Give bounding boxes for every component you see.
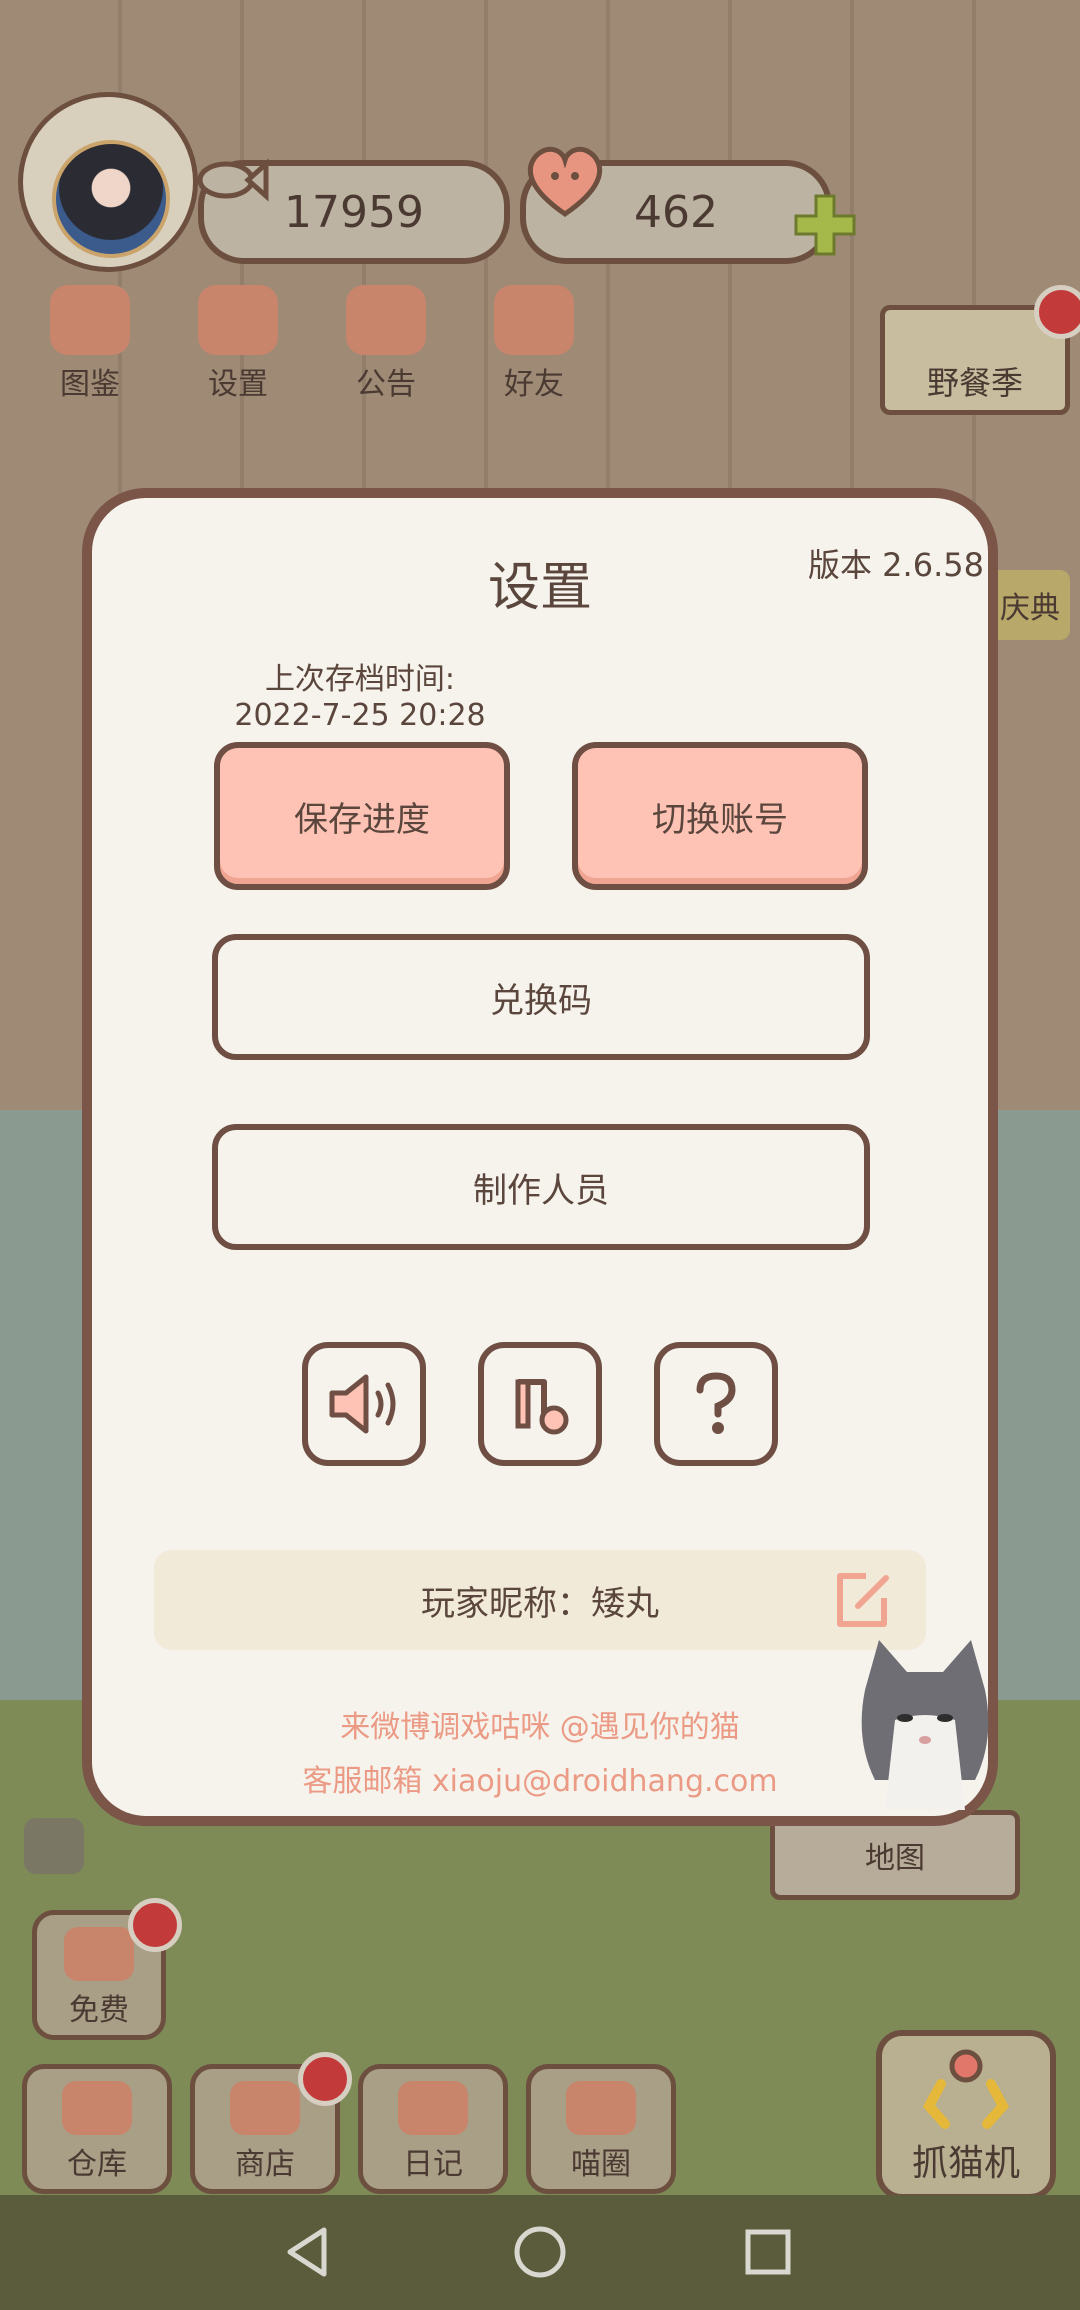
home-icon[interactable] <box>510 2222 570 2282</box>
tab-label: 日记 <box>403 2147 463 2182</box>
redeem-code-button[interactable]: 兑换码 <box>212 934 870 1060</box>
tab-label: 仓库 <box>67 2147 127 2182</box>
hud-button-label: 好友 <box>504 367 564 402</box>
cat-planet-icon <box>566 2081 636 2135</box>
recents-icon[interactable] <box>738 2222 798 2282</box>
heart-icon <box>527 146 603 218</box>
help-button[interactable] <box>654 1342 778 1466</box>
hud-button-label: 设置 <box>208 367 268 402</box>
avatar[interactable] <box>52 140 170 258</box>
friends-icon <box>494 285 574 355</box>
last-save-label: 上次存档时间: <box>264 662 456 697</box>
tab-cat-circle[interactable]: 喵圈 <box>526 2064 676 2194</box>
notification-badge <box>1034 285 1080 339</box>
cloud-icon[interactable] <box>24 1818 84 1874</box>
speaker-icon <box>329 1374 396 1434</box>
redeem-code-label: 兑换码 <box>490 980 592 1021</box>
map-label: 地图 <box>865 1841 925 1876</box>
hud-button-friends[interactable]: 好友 <box>474 285 594 403</box>
heart-icon <box>64 1927 134 1981</box>
free-label: 免费 <box>69 1993 129 2028</box>
claw-icon <box>922 2049 1010 2129</box>
nickname-bar: 玩家昵称：矮丸 <box>154 1550 926 1650</box>
shop-icon <box>230 2081 300 2135</box>
credits-label: 制作人员 <box>473 1170 609 1211</box>
hud-button-settings[interactable]: 设置 <box>178 285 298 403</box>
add-hearts-icon[interactable] <box>790 190 860 260</box>
nickname-text: 玩家昵称：矮丸 <box>421 1583 659 1624</box>
switch-account-button[interactable]: 切换账号 <box>572 742 868 890</box>
switch-account-label: 切换账号 <box>652 799 788 840</box>
cat-photo <box>861 1640 989 1810</box>
gear-icon <box>198 285 278 355</box>
claw-machine-button[interactable]: 抓猫机 <box>876 2030 1056 2200</box>
save-progress-label: 保存进度 <box>294 799 430 840</box>
music-toggle-button[interactable] <box>478 1342 602 1466</box>
version-label: 版本 2.6.58 <box>808 546 984 584</box>
hud-button-announcements[interactable]: 公告 <box>326 285 446 403</box>
gift-icon <box>346 285 426 355</box>
credits-button[interactable]: 制作人员 <box>212 1124 870 1250</box>
notification-badge <box>128 1898 182 1952</box>
tab-label: 喵圈 <box>571 2147 631 2182</box>
cat-face-icon <box>50 285 130 355</box>
hud-button-label: 图鉴 <box>60 367 120 402</box>
hud-button-label: 公告 <box>356 367 416 402</box>
coin-count: 17959 <box>284 186 424 238</box>
tab-diary[interactable]: 日记 <box>358 2064 508 2194</box>
back-icon[interactable] <box>278 2222 338 2282</box>
last-save-info: 上次存档时间: 2022-7-25 20:28 <box>170 662 550 734</box>
sound-toggle-button[interactable] <box>302 1342 426 1466</box>
picnic-label: 野餐季 <box>926 364 1023 402</box>
hud-button-collection[interactable]: 图鉴 <box>30 285 150 403</box>
last-save-time: 2022-7-25 20:28 <box>234 698 486 733</box>
notification-badge <box>298 2052 352 2106</box>
claw-label: 抓猫机 <box>911 2143 1020 2184</box>
heart-count: 462 <box>634 186 718 238</box>
fish-icon <box>197 158 269 202</box>
tab-warehouse[interactable]: 仓库 <box>22 2064 172 2194</box>
diary-icon <box>398 2081 468 2135</box>
help-icon <box>696 1372 736 1434</box>
music-note-icon <box>515 1379 569 1435</box>
save-progress-button[interactable]: 保存进度 <box>214 742 510 890</box>
tab-label: 商店 <box>235 2147 295 2182</box>
storage-icon <box>62 2081 132 2135</box>
